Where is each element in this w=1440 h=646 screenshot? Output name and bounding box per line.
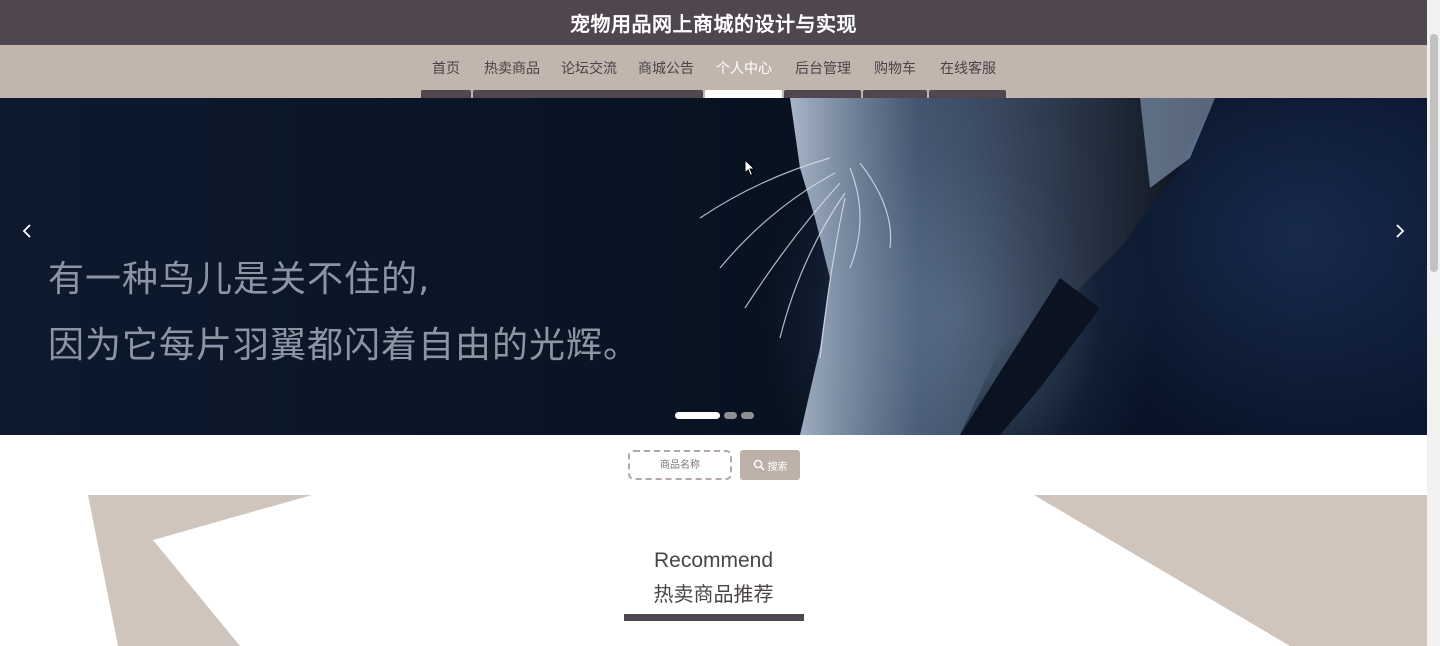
recommend-underline [624, 614, 804, 621]
chevron-left-icon [22, 224, 31, 238]
site-title: 宠物用品网上商城的设计与实现 [570, 12, 857, 36]
search-button-label: 搜索 [767, 461, 788, 473]
chevron-right-icon [1396, 224, 1405, 238]
search-icon [753, 459, 765, 471]
nav-item-forum[interactable]: 论坛交流 [561, 58, 617, 78]
carousel-prev-button[interactable] [12, 216, 42, 246]
search-button[interactable]: 搜索 [740, 450, 800, 480]
site-title-bar: 宠物用品网上商城的设计与实现 [0, 0, 1427, 45]
nav-item-cart[interactable]: 购物车 [874, 58, 916, 78]
carousel-next-button[interactable] [1385, 216, 1415, 246]
nav-tab-indicator-active [705, 90, 782, 98]
mouse-cursor-icon [744, 159, 756, 177]
carousel-indicators [0, 412, 1427, 420]
nav-item-online-service[interactable]: 在线客服 [940, 58, 996, 78]
nav-item-hot-products[interactable]: 热卖商品 [484, 58, 540, 78]
nav-tab-indicator [473, 90, 703, 98]
recommend-title-cn: 热卖商品推荐 [653, 582, 774, 606]
banner-text-line-1: 有一种鸟儿是关不住的, [48, 259, 431, 300]
main-nav: 首页 热卖商品 论坛交流 商城公告 个人中心 后台管理 购物车 在线客服 [0, 45, 1427, 98]
search-input[interactable] [628, 450, 732, 480]
page: 宠物用品网上商城的设计与实现 首页 热卖商品 论坛交流 商城公告 个人中心 后台… [0, 0, 1427, 646]
vertical-scrollbar[interactable] [1427, 0, 1440, 646]
nav-tab-indicator [421, 90, 471, 98]
nav-item-admin[interactable]: 后台管理 [795, 58, 851, 78]
nav-tab-indicator [929, 90, 1006, 98]
nav-item-announcements[interactable]: 商城公告 [638, 58, 694, 78]
carousel-dot-3[interactable] [741, 412, 754, 419]
carousel-dot-2[interactable] [724, 412, 737, 419]
nav-item-home[interactable]: 首页 [432, 58, 460, 78]
nav-item-personal-center[interactable]: 个人中心 [716, 58, 772, 78]
nav-tab-indicator [863, 90, 927, 98]
nav-tab-indicator [784, 90, 861, 98]
scrollbar-thumb[interactable] [1430, 34, 1438, 272]
banner-text-line-2: 因为它每片羽翼都闪着自由的光辉。 [48, 325, 641, 366]
carousel-dot-1[interactable] [675, 412, 720, 419]
recommend-title-en: Recommend [653, 549, 774, 572]
banner-carousel[interactable]: 有一种鸟儿是关不住的, 因为它每片羽翼都闪着自由的光辉。 [0, 98, 1427, 435]
